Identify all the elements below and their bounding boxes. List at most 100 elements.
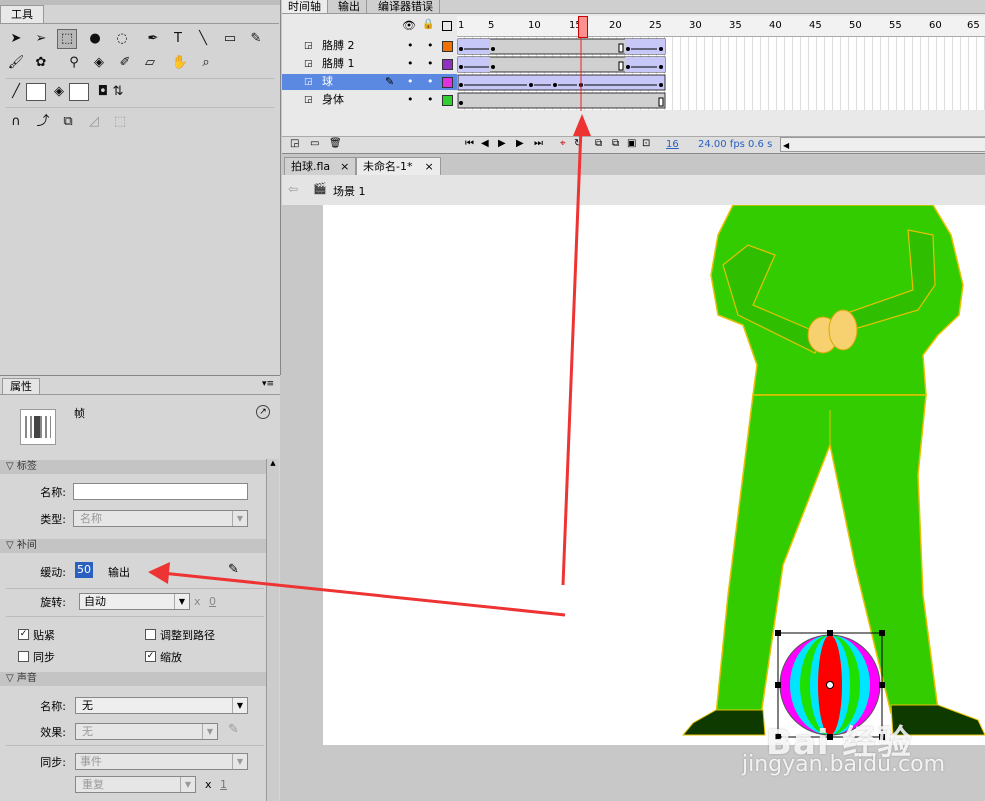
new-folder-icon[interactable]: ▭ — [310, 138, 319, 149]
layer-color-box[interactable] — [442, 95, 453, 106]
layer-color-box[interactable] — [442, 77, 453, 88]
center-frame-icon[interactable]: ⌖ — [560, 138, 566, 149]
brush-icon[interactable]: 🖌 — [6, 53, 26, 73]
tab-compiler-errors[interactable]: 编译器错误 — [372, 0, 440, 13]
close-icon[interactable]: × — [340, 160, 349, 173]
scrollbar[interactable]: ▲ — [266, 459, 279, 801]
bone-icon[interactable]: ⚲ — [64, 53, 84, 73]
repeat-select: 重复 ▼ — [75, 776, 196, 793]
timeline-scrollbar[interactable]: ◀ — [780, 137, 985, 152]
play-icon[interactable]: ▶ — [498, 138, 506, 149]
sound-name-select[interactable]: 无 ▼ — [75, 697, 248, 714]
scene-bar: ⇦ 🎬 场景 1 — [282, 175, 985, 206]
repeat-count[interactable]: 1 — [220, 778, 227, 791]
straighten-icon[interactable]: ⧉ — [58, 112, 78, 132]
scene-name[interactable]: 场景 1 — [333, 183, 366, 199]
stage-canvas[interactable] — [323, 205, 985, 745]
selection-arrow-icon[interactable]: ➤ — [6, 29, 26, 49]
layer-row[interactable]: ◲ 胳膊 2 • • — [282, 38, 457, 54]
snap-checkbox[interactable]: ✓ — [18, 629, 29, 640]
rotate-count[interactable]: 0 — [209, 595, 216, 608]
eraser-icon[interactable]: ▱ — [140, 53, 160, 73]
section-sound[interactable]: ▽ 声音 — [0, 672, 266, 686]
tab-document[interactable]: 拍球.fla × — [284, 157, 357, 176]
type-select: 名称 ▼ — [73, 510, 248, 527]
scale-checkbox[interactable]: ✓ — [145, 651, 156, 662]
delete-icon[interactable]: 🗑 — [329, 138, 342, 149]
visibility-dot[interactable]: • — [407, 38, 414, 54]
rectangle-tool-icon[interactable]: ▭ — [220, 29, 240, 49]
layer-row[interactable]: ◲ 胳膊 1 • • — [282, 56, 457, 72]
stroke-color-icon[interactable]: ╱ — [6, 82, 26, 102]
lock-dot[interactable]: • — [427, 92, 434, 108]
tab-timeline[interactable]: 时间轴 — [282, 0, 328, 13]
onion-outline-icon[interactable]: ⧉ — [612, 138, 619, 149]
frame-name-input[interactable] — [73, 483, 248, 500]
layer-icon: ◲ — [304, 77, 313, 87]
back-arrow-icon[interactable]: ⇦ — [288, 182, 298, 196]
section-tween[interactable]: ▽ 补间 — [0, 539, 266, 553]
frame-spans[interactable] — [457, 37, 985, 111]
section-label[interactable]: ▽ 标签 — [0, 460, 266, 474]
fps-readout[interactable]: 24.00 fps — [698, 139, 745, 150]
pencil-icon[interactable]: ✎ — [246, 29, 266, 49]
divider — [0, 394, 280, 395]
subselect-arrow-icon[interactable]: ➢ — [31, 29, 51, 49]
lock-icon[interactable]: 🔒 — [422, 19, 434, 30]
smooth-icon[interactable]: ⤴ — [33, 112, 53, 132]
outline-icon[interactable] — [442, 21, 452, 31]
tools-panel-title[interactable]: 工具 — [0, 5, 44, 24]
lock-dot[interactable]: • — [427, 56, 434, 72]
lock-dot[interactable]: • — [427, 38, 434, 54]
first-frame-icon[interactable]: ⏮ — [465, 138, 474, 149]
ease-value[interactable]: 50 — [75, 562, 93, 578]
hand-icon[interactable]: ✋ — [170, 53, 190, 73]
3d-rotation-icon[interactable]: ● — [85, 29, 105, 49]
lock-dot[interactable]: • — [427, 74, 434, 90]
layer-row-selected[interactable]: ◲ 球 ✎ • • — [282, 74, 457, 90]
free-transform-icon[interactable]: ⬚ — [57, 29, 77, 49]
layer-color-box[interactable] — [442, 41, 453, 52]
close-icon[interactable]: × — [424, 160, 433, 173]
prev-frame-icon[interactable]: ◀ — [481, 138, 489, 149]
eyedropper-icon[interactable]: ✐ — [115, 53, 135, 73]
zoom-icon[interactable]: ⌕ — [196, 53, 216, 73]
visibility-dot[interactable]: • — [407, 74, 414, 90]
playhead[interactable] — [578, 16, 588, 38]
swap-colors-icon[interactable]: ⇅ — [108, 82, 128, 102]
eye-icon[interactable]: 👁 — [402, 19, 416, 32]
last-frame-icon[interactable]: ⏭ — [534, 138, 543, 149]
onion-skin-icon[interactable]: ⧉ — [595, 138, 602, 149]
rotate-select[interactable]: 自动 ▼ — [79, 593, 190, 610]
text-tool-icon[interactable]: T — [168, 29, 188, 49]
tab-output[interactable]: 输出 — [332, 0, 367, 13]
line-tool-icon[interactable]: ╲ — [193, 29, 213, 49]
stroke-swatch[interactable] — [26, 83, 46, 101]
visibility-dot[interactable]: • — [407, 92, 414, 108]
modify-markers-icon[interactable]: ⊡ — [642, 138, 650, 149]
panel-menu-icon[interactable]: ▾≡ — [262, 379, 274, 389]
visibility-dot[interactable]: • — [407, 56, 414, 72]
pen-icon[interactable]: ✒ — [143, 29, 163, 49]
layer-row[interactable]: ◲ 身体 • • — [282, 92, 457, 108]
new-layer-icon[interactable]: ◲ — [290, 138, 299, 149]
properties-tab[interactable]: 属性 — [2, 378, 40, 395]
tab-document-active[interactable]: 未命名-1* × — [356, 157, 441, 176]
lasso-icon[interactable]: ◌ — [112, 29, 132, 49]
next-frame-icon[interactable]: ▶ — [516, 138, 524, 149]
edit-ease-pencil-icon[interactable]: ✎ — [228, 562, 239, 577]
help-icon[interactable]: ↗ — [256, 405, 270, 419]
orient-to-path-checkbox[interactable] — [145, 629, 156, 640]
deco-icon[interactable]: ✿ — [31, 53, 51, 73]
repeat-times-label: x — [205, 778, 212, 791]
paint-bucket-icon[interactable]: ◈ — [89, 53, 109, 73]
sync-checkbox[interactable] — [18, 651, 29, 662]
fill-color-icon[interactable]: ◈ — [49, 82, 69, 102]
current-frame[interactable]: 16 — [666, 139, 679, 150]
snap-magnet-icon[interactable]: ∩ — [6, 112, 26, 132]
layer-icon: ◲ — [304, 59, 313, 69]
fill-swatch[interactable] — [69, 83, 89, 101]
layer-color-box[interactable] — [442, 59, 453, 70]
loop-icon[interactable]: ↻ — [574, 138, 582, 149]
edit-multiple-icon[interactable]: ▣ — [627, 138, 636, 149]
